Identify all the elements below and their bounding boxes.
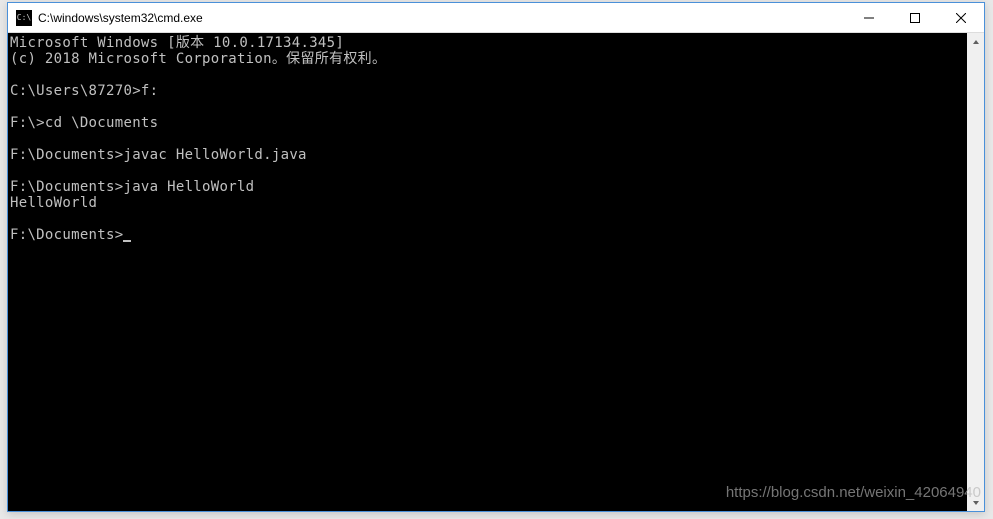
titlebar[interactable]: C:\ C:\windows\system32\cmd.exe [8, 3, 984, 33]
window-title: C:\windows\system32\cmd.exe [38, 11, 846, 25]
scroll-down-button[interactable] [967, 494, 984, 511]
scroll-track[interactable] [967, 50, 984, 494]
minimize-button[interactable] [846, 3, 892, 32]
minimize-icon [864, 13, 874, 23]
terminal-output[interactable]: Microsoft Windows [版本 10.0.17134.345] (c… [8, 33, 967, 511]
chevron-up-icon [972, 38, 980, 46]
scroll-up-button[interactable] [967, 33, 984, 50]
vertical-scrollbar[interactable] [967, 33, 984, 511]
cmd-icon: C:\ [16, 10, 32, 26]
cmd-window: C:\ C:\windows\system32\cmd.exe Microsof… [7, 2, 985, 512]
terminal-area: Microsoft Windows [版本 10.0.17134.345] (c… [8, 33, 984, 511]
window-controls [846, 3, 984, 32]
chevron-down-icon [972, 499, 980, 507]
close-icon [956, 13, 966, 23]
maximize-button[interactable] [892, 3, 938, 32]
maximize-icon [910, 13, 920, 23]
close-button[interactable] [938, 3, 984, 32]
terminal-cursor [123, 240, 131, 242]
